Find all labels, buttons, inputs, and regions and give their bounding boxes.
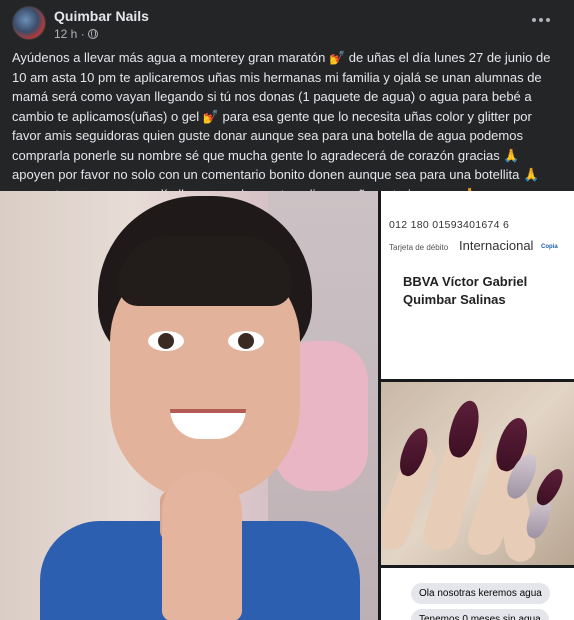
author-avatar[interactable] [12, 6, 46, 40]
holder-line-1: BBVA Víctor Gabriel [403, 274, 528, 289]
post-text: Ayúdenos a llevar más agua a monterey gr… [12, 50, 551, 202]
photo-child-praying[interactable] [0, 191, 378, 620]
chat-message-2: Tenemos 0 meses sin agua [411, 609, 549, 620]
more-horizontal-icon[interactable] [530, 12, 552, 28]
holder-line-2: Quimbar Salinas [403, 292, 506, 307]
photo-bank-account[interactable]: 012 180 01593401674 6 Tarjeta de débito … [381, 191, 574, 379]
account-number: 012 180 01593401674 6 [389, 219, 510, 231]
card-brand-small: Copia [541, 244, 558, 250]
card-type: Tarjeta de débito [389, 243, 449, 252]
photo-grid: 012 180 01593401674 6 Tarjeta de débito … [0, 191, 574, 620]
post-header: Quimbar Nails 12 h · [0, 0, 574, 42]
account-holder: BBVA Víctor Gabriel Quimbar Salinas [403, 273, 553, 309]
post-meta: 12 h · [54, 27, 98, 41]
photo-chat[interactable]: Ola nosotras keremos agua Tenemos 0 mese… [381, 568, 574, 620]
post-time[interactable]: 12 h · [54, 27, 85, 41]
globe-icon [87, 29, 98, 39]
photo-nails[interactable] [381, 382, 574, 565]
author-name[interactable]: Quimbar Nails [54, 8, 149, 24]
chat-message-1: Ola nosotras keremos agua [411, 583, 550, 604]
card-brand: Internacional [459, 238, 534, 253]
